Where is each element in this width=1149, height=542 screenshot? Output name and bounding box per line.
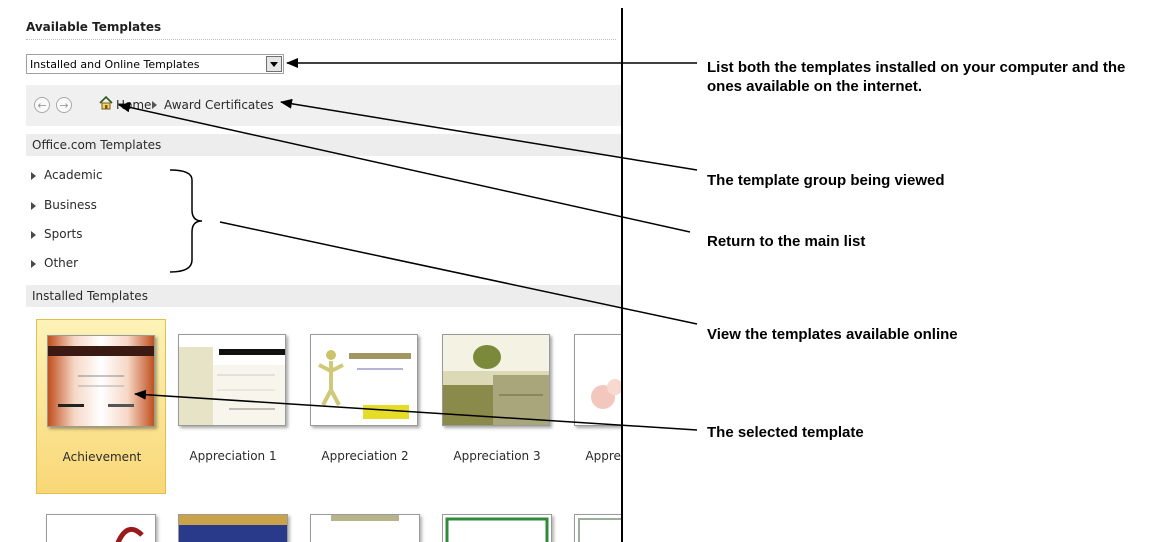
curly-brace-icon	[169, 169, 203, 273]
arrow-template-group	[280, 98, 698, 171]
annotation-arrows	[118, 58, 698, 431]
arrow-return-main-list	[118, 102, 691, 233]
arrow-view-online	[219, 221, 698, 325]
arrow-selected-template	[134, 389, 698, 431]
